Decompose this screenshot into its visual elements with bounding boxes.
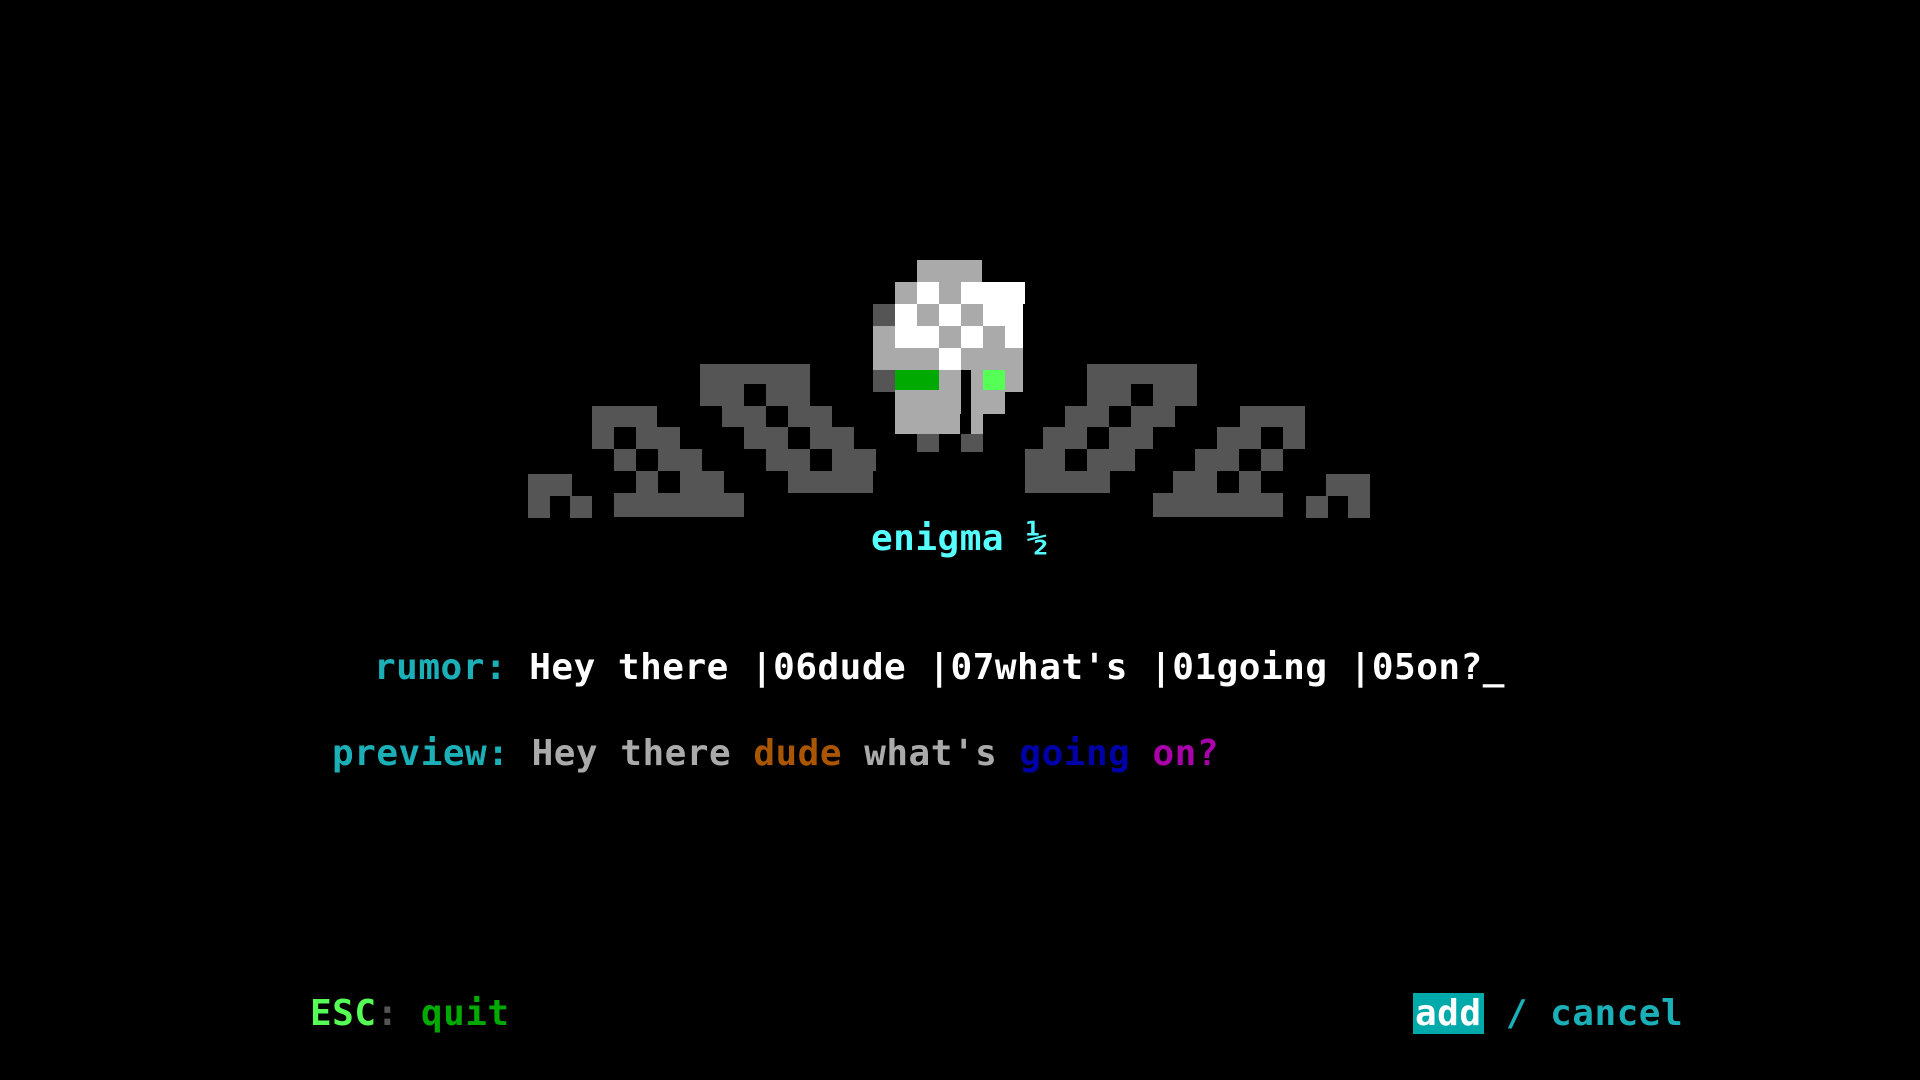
esc-key[interactable]: ESC bbox=[310, 993, 377, 1034]
preview-segment: what's bbox=[864, 733, 1020, 774]
action-bar: add / cancel bbox=[1413, 992, 1683, 1036]
esc-separator: : bbox=[376, 993, 399, 1034]
preview-segment: dude bbox=[753, 733, 865, 774]
rumor-row: rumor: Hey there |06dude |07what's |01go… bbox=[374, 646, 1505, 690]
add-button[interactable]: add bbox=[1413, 993, 1484, 1034]
quit-action[interactable]: quit bbox=[421, 993, 510, 1034]
right-wing-icon bbox=[1025, 364, 1370, 518]
action-separator: / bbox=[1505, 993, 1528, 1034]
preview-text: Hey there dude what's going on? bbox=[532, 733, 1219, 774]
left-wing-icon bbox=[528, 364, 876, 518]
rumor-label: rumor: bbox=[374, 647, 508, 688]
preview-segment: on? bbox=[1152, 733, 1219, 774]
rumor-input[interactable]: Hey there |06dude |07what's |01going |05… bbox=[529, 647, 1482, 688]
preview-segment: going bbox=[1019, 733, 1153, 774]
preview-label: preview: bbox=[332, 733, 510, 774]
skull-icon bbox=[873, 260, 1025, 452]
esc-hint: ESC: quit bbox=[310, 992, 510, 1036]
preview-segment: Hey there bbox=[531, 733, 754, 774]
preview-row: preview: Hey there dude what's going on? bbox=[332, 732, 1219, 776]
banner-title: enigma ½ bbox=[871, 518, 1049, 559]
text-cursor: _ bbox=[1482, 647, 1505, 688]
cancel-button[interactable]: cancel bbox=[1550, 993, 1683, 1034]
